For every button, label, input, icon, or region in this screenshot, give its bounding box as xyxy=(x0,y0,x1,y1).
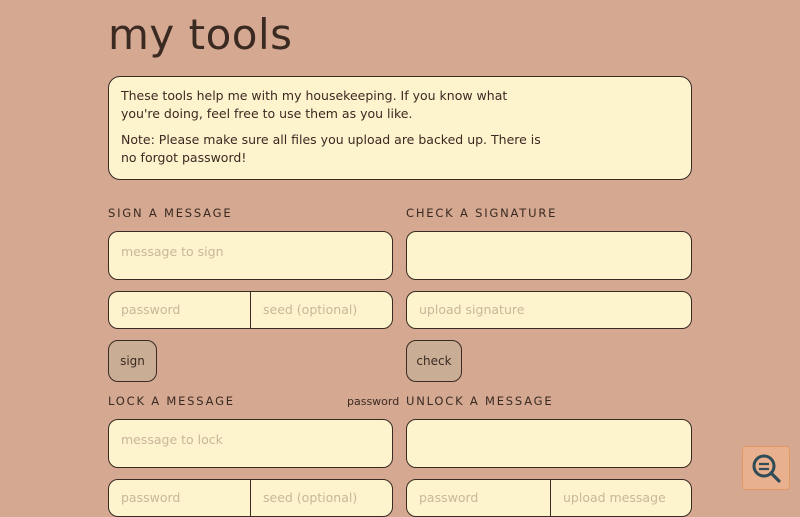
lock-section-label: LOCK A MESSAGE xyxy=(108,394,235,408)
intro-note: Note: Please make sure all files you upl… xyxy=(121,132,541,165)
lock-seed-placeholder: seed (optional) xyxy=(263,490,358,505)
page-title: my tools xyxy=(108,10,293,59)
upload-message-placeholder: upload message xyxy=(563,490,666,505)
check-button[interactable]: check xyxy=(406,340,462,382)
sign-section-label: SIGN A MESSAGE xyxy=(108,206,233,220)
sign-password-placeholder: password xyxy=(121,302,181,317)
sign-seed-placeholder: seed (optional) xyxy=(263,302,358,317)
check-message-input[interactable] xyxy=(406,231,692,280)
lock-credentials-group: password seed (optional) xyxy=(108,479,393,517)
lock-password-input[interactable]: password xyxy=(109,480,250,516)
unlock-password-placeholder: password xyxy=(419,490,479,505)
unlock-message-input[interactable] xyxy=(406,419,692,468)
sign-button[interactable]: sign xyxy=(108,340,157,382)
unlock-credentials-group: password upload message xyxy=(406,479,692,517)
intro-panel: These tools help me with my housekeeping… xyxy=(108,76,692,180)
sign-credentials-group: password seed (optional) xyxy=(108,291,393,329)
unlock-password-input[interactable]: password xyxy=(407,480,550,516)
search-icon xyxy=(752,454,781,483)
floating-search-button[interactable] xyxy=(742,446,790,490)
sign-message-placeholder: message to sign xyxy=(121,244,224,259)
upload-signature-input[interactable]: upload signature xyxy=(406,291,692,329)
upload-signature-placeholder: upload signature xyxy=(419,302,525,317)
lock-message-input[interactable]: message to lock xyxy=(108,419,393,468)
sign-seed-input[interactable]: seed (optional) xyxy=(250,292,392,328)
lock-message-placeholder: message to lock xyxy=(121,432,223,447)
intro-paragraph: These tools help me with my housekeeping… xyxy=(121,88,508,121)
lock-seed-input[interactable]: seed (optional) xyxy=(250,480,392,516)
sign-message-input[interactable]: message to sign xyxy=(108,231,393,280)
lock-password-placeholder: password xyxy=(121,490,181,505)
unlock-section-label: UNLOCK A MESSAGE xyxy=(406,394,554,408)
check-section-label: CHECK A SIGNATURE xyxy=(406,206,558,220)
lock-password-link[interactable]: password xyxy=(347,395,399,408)
sign-password-input[interactable]: password xyxy=(109,292,250,328)
upload-message-input[interactable]: upload message xyxy=(550,480,691,516)
